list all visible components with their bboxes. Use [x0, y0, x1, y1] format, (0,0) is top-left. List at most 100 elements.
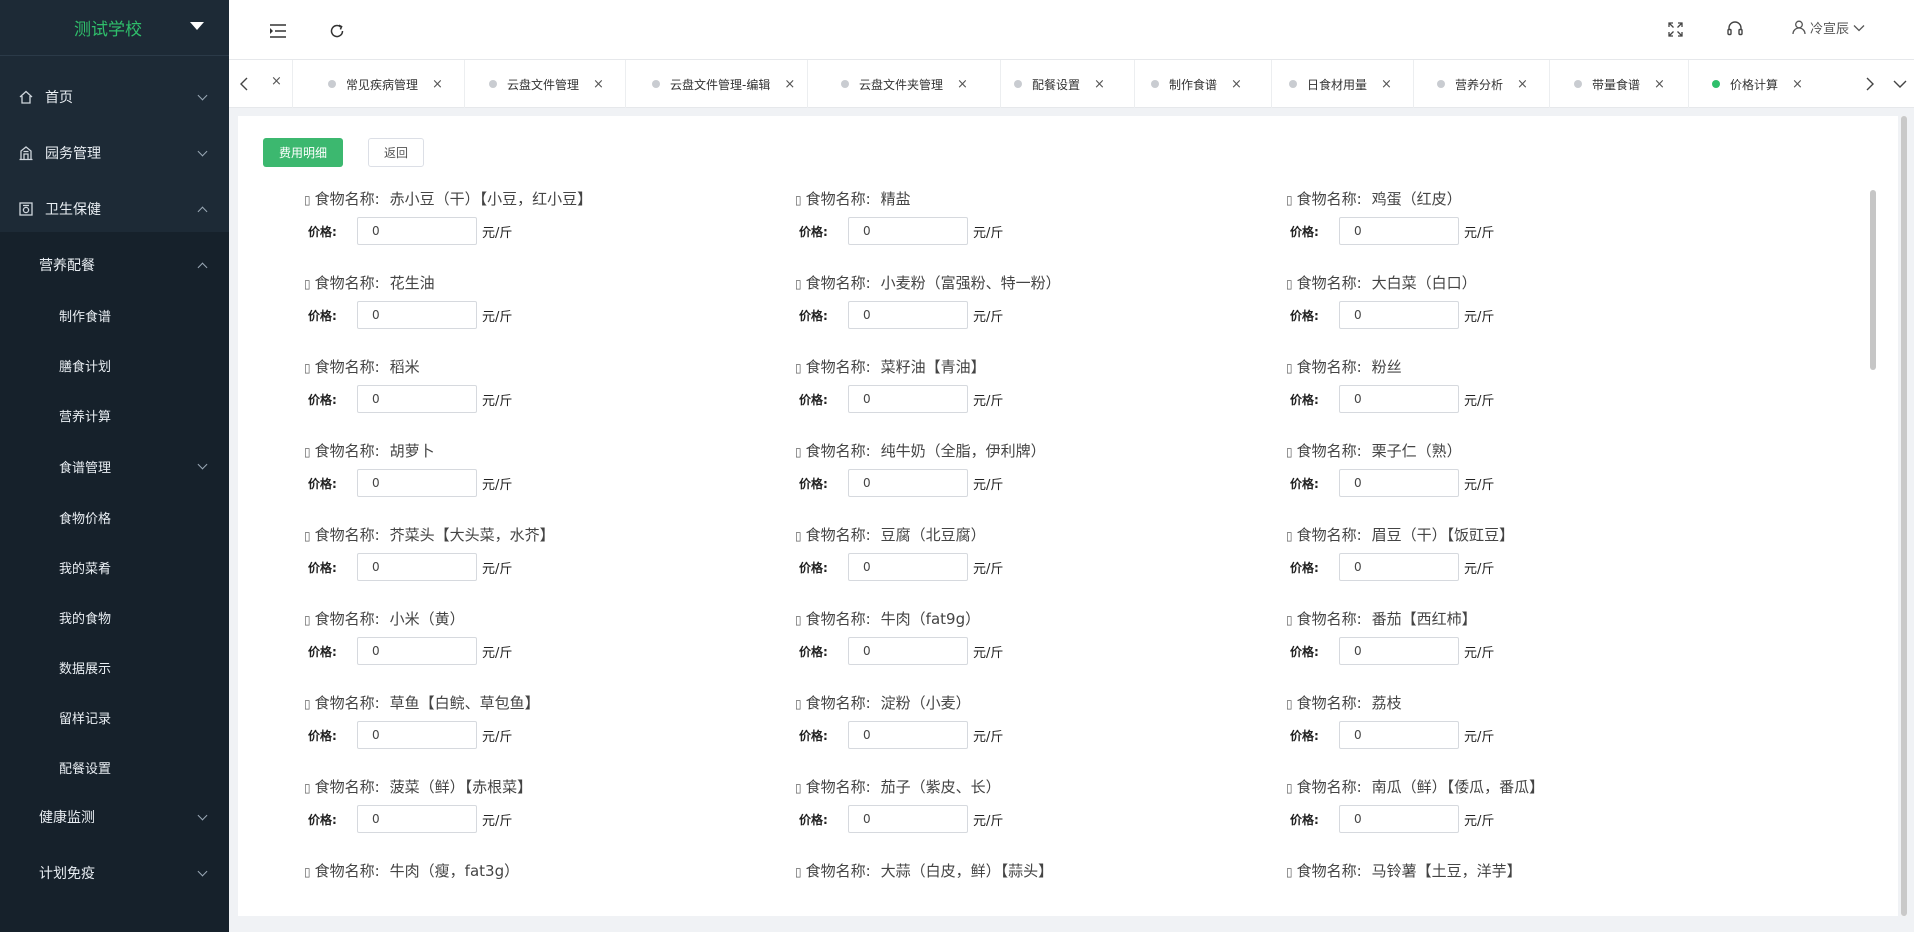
food-item: ▯食物名称: 淀粉（小麦） 价格: 元/斤 — [795, 692, 1286, 776]
price-input[interactable] — [848, 637, 968, 665]
tab-scroll-left-icon[interactable] — [229, 60, 259, 108]
tab-status-dot — [1437, 80, 1445, 88]
price-unit: 元/斤 — [973, 645, 1004, 661]
sidebar-item-sample-records[interactable]: 留样记录 — [0, 694, 229, 740]
food-name-label: 食物名称: — [805, 358, 871, 376]
edit-icon: ▯ — [1286, 529, 1293, 543]
submenu-panel: 营养配餐 制作食谱 膳食计划 营养计算 食谱管理 食物价格 我的菜肴 我的食物 … — [0, 232, 229, 932]
price-input[interactable] — [357, 553, 477, 581]
food-name-label: 食物名称: — [1296, 694, 1362, 712]
tab-price-calculation[interactable]: 价格计算 × — [1712, 70, 1803, 98]
sidebar-item-meal-plan[interactable]: 膳食计划 — [0, 342, 229, 388]
content-scrollbar-thumb[interactable] — [1870, 190, 1876, 370]
sidebar-item-health-care[interactable]: 卫生保健 — [0, 186, 229, 232]
price-input[interactable] — [848, 385, 968, 413]
price-input[interactable] — [848, 553, 968, 581]
food-price-grid: ▯食物名称:赤小豆（干）【小豆，红小豆】价格:元/斤▯食物名称:精盐价格:元/斤… — [304, 188, 1777, 916]
page-scrollbar[interactable] — [1901, 116, 1907, 916]
refresh-icon[interactable] — [328, 22, 346, 40]
tab-divider — [1271, 60, 1272, 108]
sidebar-item-my-dishes[interactable]: 我的菜肴 — [0, 544, 229, 590]
page-scrollbar-thumb[interactable] — [1901, 116, 1907, 916]
close-icon[interactable]: × — [1231, 77, 1242, 92]
food-name: 纯牛奶（全脂，伊利牌） — [880, 442, 1046, 460]
close-icon[interactable]: × — [1094, 77, 1105, 92]
price-input[interactable] — [357, 469, 477, 497]
close-icon[interactable]: × — [784, 77, 795, 92]
close-icon[interactable]: × — [432, 77, 443, 92]
close-icon[interactable]: × — [1381, 77, 1392, 92]
price-input[interactable] — [357, 217, 477, 245]
sidebar-item-label: 膳食计划 — [59, 359, 112, 375]
close-icon[interactable]: × — [1517, 77, 1528, 92]
tab-menu-chevron-down-icon[interactable] — [1885, 60, 1914, 108]
close-icon[interactable]: × — [1792, 77, 1803, 92]
tab-make-recipe[interactable]: 制作食谱 × — [1151, 70, 1242, 98]
close-icon[interactable]: × — [1654, 77, 1665, 92]
user-menu[interactable]: 冷宣辰 — [1792, 18, 1865, 37]
sidebar-item-data-display[interactable]: 数据展示 — [0, 644, 229, 690]
health-icon — [19, 202, 33, 216]
sidebar-item-make-recipe[interactable]: 制作食谱 — [0, 292, 229, 338]
tab-disease-management[interactable]: 常见疾病管理 × — [328, 70, 443, 98]
food-name: 小米（黄） — [389, 610, 465, 628]
food-item: ▯食物名称: 番茄【西红柿】价格: 元/斤 — [1286, 608, 1777, 692]
price-label: 价格: — [1290, 728, 1319, 743]
close-icon[interactable]: × — [593, 77, 604, 92]
home-icon — [19, 90, 33, 104]
tab-cloud-folder-management[interactable]: 云盘文件夹管理 × — [841, 70, 968, 98]
price-unit: 元/斤 — [1464, 309, 1495, 325]
price-input[interactable] — [1339, 469, 1459, 497]
tab-status-dot — [1712, 80, 1720, 88]
price-input[interactable] — [1339, 637, 1459, 665]
price-row: 价格: 元/斤 — [1290, 469, 1494, 497]
back-button[interactable]: 返回 — [368, 138, 424, 167]
price-input[interactable] — [848, 721, 968, 749]
price-input[interactable] — [357, 805, 477, 833]
sidebar-item-nutrition[interactable]: 营养配餐 — [0, 242, 229, 288]
cost-detail-button[interactable]: 费用明细 — [263, 138, 343, 167]
school-switcher[interactable]: 测试学校 — [0, 0, 229, 56]
tab-scroll-right-icon[interactable] — [1855, 60, 1885, 108]
sidebar-item-recipe-management[interactable]: 食谱管理 — [0, 443, 229, 489]
sidebar-item-my-food[interactable]: 我的食物 — [0, 594, 229, 640]
price-input[interactable] — [1339, 301, 1459, 329]
tab-cloud-file-management[interactable]: 云盘文件管理 × — [489, 70, 604, 98]
price-input[interactable] — [848, 301, 968, 329]
price-input[interactable] — [1339, 553, 1459, 581]
fullscreen-icon[interactable] — [1666, 20, 1684, 38]
tab-cloud-file-edit[interactable]: 云盘文件管理-编辑 × — [652, 70, 795, 98]
price-input[interactable] — [1339, 805, 1459, 833]
price-input[interactable] — [357, 721, 477, 749]
sidebar-item-home[interactable]: 首页 — [0, 74, 229, 120]
close-icon[interactable]: × — [957, 77, 968, 92]
tab-close-icon[interactable]: × — [271, 74, 282, 89]
sidebar-item-nutrition-calc[interactable]: 营养计算 — [0, 392, 229, 438]
food-name-row: ▯ 食物名称: 牛肉（fat9g） — [795, 608, 980, 629]
price-input[interactable] — [848, 805, 968, 833]
price-input[interactable] — [1339, 721, 1459, 749]
food-item: ▯食物名称: 胡萝卜价格: 元/斤 — [304, 440, 795, 524]
sidebar-item-food-price[interactable]: 食物价格 — [0, 494, 229, 540]
sidebar-item-health-monitor[interactable]: 健康监测 — [0, 794, 229, 840]
edit-icon: ▯ — [1286, 445, 1293, 459]
price-input[interactable] — [1339, 385, 1459, 413]
menu-fold-icon[interactable] — [269, 22, 287, 40]
tab-meal-settings[interactable]: 配餐设置 × — [1014, 70, 1105, 98]
food-item: ▯食物名称: 草鱼【白鲩、草包鱼】价格: 元/斤 — [304, 692, 795, 776]
headset-icon[interactable] — [1725, 19, 1745, 39]
price-input[interactable] — [848, 217, 968, 245]
sidebar-item-meal-settings[interactable]: 配餐设置 — [0, 744, 229, 790]
tab-nutrition-analysis[interactable]: 营养分析 × — [1437, 70, 1528, 98]
price-input[interactable] — [1339, 217, 1459, 245]
price-input[interactable] — [357, 301, 477, 329]
price-input[interactable] — [848, 469, 968, 497]
food-name: 稻米 — [389, 358, 420, 376]
sidebar-item-garden-affairs[interactable]: 园务管理 — [0, 130, 229, 176]
sidebar-item-immunization[interactable]: 计划免疫 — [0, 850, 229, 896]
price-input[interactable] — [357, 385, 477, 413]
tab-quantity-recipe[interactable]: 带量食谱 × — [1574, 70, 1665, 98]
food-item: ▯食物名称: 栗子仁（熟） 价格: 元/斤 — [1286, 440, 1777, 524]
price-input[interactable] — [357, 637, 477, 665]
tab-daily-ingredients[interactable]: 日食材用量 × — [1289, 70, 1392, 98]
